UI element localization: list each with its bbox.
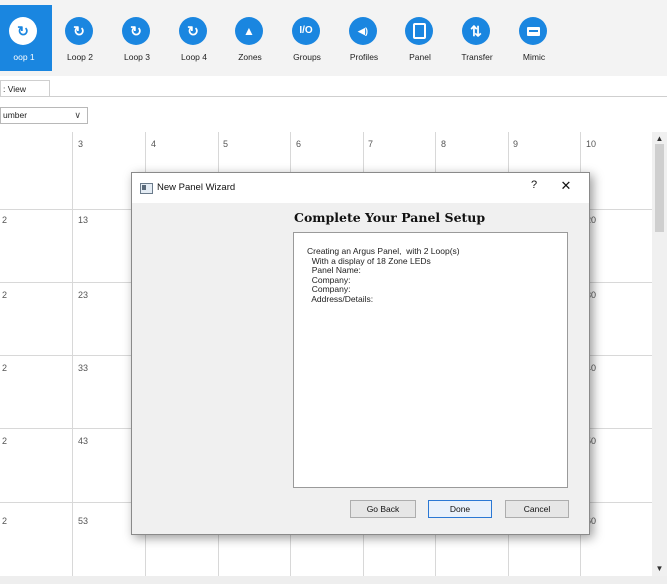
toolbar-mimic-button[interactable]: Mimic [506, 5, 562, 71]
toolbar-label: Loop 2 [67, 52, 93, 62]
go-back-button[interactable]: Go Back [350, 500, 416, 518]
close-icon[interactable]: ✕ [554, 178, 578, 194]
dialog-title: New Panel Wizard [157, 182, 236, 193]
dialog-titlebar[interactable]: New Panel Wizard ? ✕ [132, 173, 589, 203]
grid-cell-number[interactable]: 43 [78, 436, 88, 446]
toolbar-loop-2-button[interactable]: ↻ Loop 2 [52, 5, 108, 71]
grid-cell-number[interactable]: 53 [78, 516, 88, 526]
window-icon [140, 183, 153, 194]
toolbar-loop-4-button[interactable]: ↻ Loop 4 [166, 5, 222, 71]
scroll-down-icon[interactable]: ▼ [652, 564, 667, 573]
toolbar-panel-button[interactable]: Panel [392, 5, 448, 71]
grid-cell-number[interactable]: 4 [151, 139, 156, 149]
toolbar-label: Mimic [522, 52, 546, 62]
toolbar-label: Groups [293, 52, 321, 62]
toolbar-label: oop 1 [13, 52, 35, 62]
refresh-icon: ↻ [9, 17, 37, 45]
sort-dropdown-value: umber [3, 110, 28, 120]
grid-cell-number[interactable]: 33 [78, 363, 88, 373]
grid-cell-number[interactable]: 13 [78, 215, 88, 225]
done-button[interactable]: Done [428, 500, 492, 518]
toolbar-label: Zones [238, 52, 262, 62]
vertical-scrollbar[interactable]: ▲ ▼ [652, 132, 667, 576]
grid-cell-number[interactable]: 9 [513, 139, 518, 149]
toolbar-label: Panel [409, 52, 431, 62]
new-panel-wizard-dialog: New Panel Wizard ? ✕ Complete Your Panel… [131, 172, 590, 535]
refresh-icon: ↻ [179, 17, 207, 45]
toolbar-loop-1-button[interactable]: ↻ oop 1 [0, 5, 52, 71]
io-icon: I/O [292, 17, 320, 45]
toolbar-label: Transfer [461, 52, 493, 62]
panel-icon [405, 17, 433, 45]
toolbar-loop-3-button[interactable]: ↻ Loop 3 [109, 5, 165, 71]
summary-text-box[interactable]: Creating an Argus Panel, with 2 Loop(s) … [293, 232, 568, 488]
mimic-card-icon [519, 17, 547, 45]
grid-cell-number[interactable]: 2 [2, 215, 7, 225]
wizard-heading: Complete Your Panel Setup [294, 210, 486, 225]
tab-view[interactable]: : View [0, 80, 50, 96]
toolbar-transfer-button[interactable]: ⇅ Transfer [449, 5, 505, 71]
sort-dropdown[interactable]: umber ∨ [0, 107, 88, 124]
grid-cell-number[interactable]: 2 [2, 290, 7, 300]
speaker-icon: ◀) [349, 17, 377, 45]
grid-cell-number[interactable]: 6 [296, 139, 301, 149]
grid-cell-number[interactable]: 2 [2, 363, 7, 373]
cancel-button[interactable]: Cancel [505, 500, 569, 518]
main-toolbar: ↻ oop 1 ↻ Loop 2 ↻ Loop 3 ↻ Loop 4 ▲ Zon… [0, 0, 667, 76]
summary-line: Address/Details: [307, 293, 374, 304]
help-icon[interactable]: ? [524, 179, 544, 191]
grid-cell-number[interactable]: 2 [2, 516, 7, 526]
grid-cell-number[interactable]: 5 [223, 139, 228, 149]
refresh-icon: ↻ [65, 17, 93, 45]
tab-strip-divider [0, 96, 667, 97]
bottom-strip [0, 576, 667, 584]
transfer-arrows-icon: ⇅ [462, 17, 490, 45]
toolbar-profiles-button[interactable]: ◀) Profiles [336, 5, 392, 71]
scroll-up-icon[interactable]: ▲ [652, 134, 667, 143]
grid-cell-number[interactable]: 8 [441, 139, 446, 149]
grid-cell-number[interactable]: 3 [78, 139, 83, 149]
toolbar-zones-button[interactable]: ▲ Zones [222, 5, 278, 71]
scrollbar-thumb[interactable] [655, 144, 664, 232]
triangle-icon: ▲ [235, 17, 263, 45]
refresh-icon: ↻ [122, 17, 150, 45]
grid-cell-number[interactable]: 23 [78, 290, 88, 300]
chevron-down-icon: ∨ [74, 110, 81, 120]
toolbar-label: Loop 3 [124, 52, 150, 62]
grid-cell-number[interactable]: 7 [368, 139, 373, 149]
grid-cell-number[interactable]: 10 [586, 139, 596, 149]
toolbar-groups-button[interactable]: I/O Groups [279, 5, 335, 71]
toolbar-label: Loop 4 [181, 52, 207, 62]
toolbar-label: Profiles [349, 52, 379, 62]
grid-line [72, 132, 73, 576]
grid-cell-number[interactable]: 2 [2, 436, 7, 446]
